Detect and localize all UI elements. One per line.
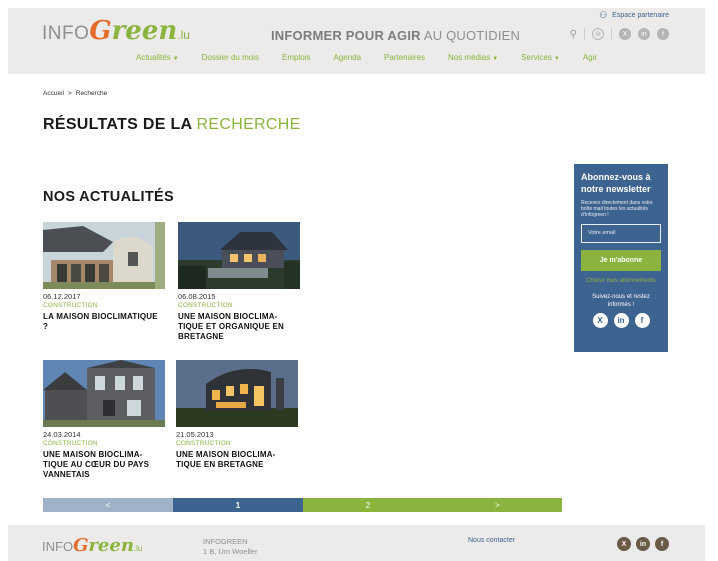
logo-green-text: Green xyxy=(89,18,177,44)
article-card[interactable]: 24.03.2014 CONSTRUCTION UNE MAISON BIOCL… xyxy=(43,360,165,480)
nav-item-services[interactable]: Services ▼ xyxy=(521,53,560,62)
choose-subscriptions-link[interactable]: Choisir mes abonnements xyxy=(581,278,661,284)
breadcrumb-current: Recherche xyxy=(75,90,108,97)
logo-reen-text: reen xyxy=(88,535,134,556)
tagline-bold: INFORMER POUR AGIR xyxy=(271,28,421,43)
nav-item-partenaires[interactable]: Partenaires xyxy=(384,53,425,62)
article-image[interactable] xyxy=(178,222,300,289)
rss-icon[interactable]: ⊛ xyxy=(592,28,604,40)
email-field[interactable]: Votre email xyxy=(581,224,661,243)
logo-lu-text: .lu xyxy=(177,28,190,42)
newsletter-box: Abonnez-vous à notre newsletter Recevez … xyxy=(574,164,668,352)
newsletter-description: Recevez directement dans votre boîte mai… xyxy=(581,200,653,218)
x-icon[interactable]: X xyxy=(619,28,631,40)
facebook-icon[interactable]: f xyxy=(655,537,669,551)
main-nav: Actualités ▼ Dossier du mois Emplois Agen… xyxy=(136,53,597,62)
article-image[interactable] xyxy=(176,360,298,427)
header-icons: ⚲ ⊛ X in f xyxy=(570,28,669,40)
tagline-rest: AU QUOTIDIEN xyxy=(420,28,521,43)
nav-item-agenda[interactable]: Agenda xyxy=(333,53,361,62)
footer-logo[interactable]: INFO Green .lu xyxy=(42,537,142,555)
section-title: NOS ACTUALITÉS xyxy=(43,189,174,205)
page-title-accent: RECHERCHE xyxy=(196,116,301,133)
x-icon[interactable]: X xyxy=(617,537,631,551)
nav-item-label: Actualités xyxy=(136,53,171,62)
article-date: 06.12.2017 xyxy=(43,292,81,301)
prev-page-button[interactable]: < xyxy=(43,498,173,512)
logo-g-letter: G xyxy=(73,535,89,556)
article-title[interactable]: LA MAISON BIOCLIMATIQUE ? xyxy=(43,312,165,332)
footer-social: X in f xyxy=(617,537,669,551)
pagination: < 1 2 > xyxy=(43,498,562,512)
linkedin-icon[interactable]: in xyxy=(638,28,650,40)
breadcrumb-home[interactable]: Accueil xyxy=(43,90,64,97)
linkedin-icon[interactable]: in xyxy=(613,313,629,328)
facebook-icon[interactable]: f xyxy=(634,313,650,328)
nav-item-medias[interactable]: Nos médias ▼ xyxy=(448,53,498,62)
footer-address: INFOGREEN 1 B, Um Woeller xyxy=(203,537,257,557)
article-image[interactable] xyxy=(43,360,165,427)
breadcrumb: Accueil > Recherche xyxy=(43,90,107,97)
article-card[interactable]: 21.05.2013 CONSTRUCTION UNE MAISON BIOCL… xyxy=(176,360,298,470)
article-date: 06.08.2015 xyxy=(178,292,216,301)
divider xyxy=(584,28,585,40)
site-footer: INFO Green .lu INFOGREEN 1 B, Um Woeller… xyxy=(8,525,705,561)
article-category[interactable]: CONSTRUCTION xyxy=(43,302,165,309)
article-date: 21.05.2013 xyxy=(176,430,214,439)
logo-lu-text: .lu xyxy=(133,544,143,553)
partner-space-link[interactable]: ⚇ Espace partenaire xyxy=(599,10,669,21)
logo-g-letter: G xyxy=(89,16,112,46)
page-title-main: RÉSULTATS DE LA xyxy=(43,116,197,133)
breadcrumb-separator: > xyxy=(67,90,72,97)
article-date: 24.03.2014 xyxy=(43,430,81,439)
logo-green-text: Green xyxy=(73,537,134,555)
chevron-down-icon: ▼ xyxy=(553,56,560,62)
x-icon[interactable]: X xyxy=(592,313,608,328)
newsletter-social: X in f xyxy=(581,313,661,328)
page-2-button[interactable]: 2 xyxy=(303,498,433,512)
article-title[interactable]: UNE MAISON BIOCLIMA-TIQUE AU CŒUR DU PAY… xyxy=(43,450,165,480)
newsletter-heading: Abonnez-vous à notre newsletter xyxy=(581,172,651,194)
site-tagline: INFORMER POUR AGIR AU QUOTIDIEN xyxy=(271,28,520,43)
subscribe-button[interactable]: Je m'abonne xyxy=(581,250,661,271)
follow-us-text: Suivez-nous et restez informés ! xyxy=(592,294,650,308)
nav-item-emplois[interactable]: Emplois xyxy=(282,53,310,62)
nav-item-actualites[interactable]: Actualités ▼ xyxy=(136,53,179,62)
footer-street: 1 B, Um Woeller xyxy=(203,547,258,556)
article-category[interactable]: CONSTRUCTION xyxy=(178,302,300,309)
article-category[interactable]: CONSTRUCTION xyxy=(43,440,165,447)
chevron-down-icon: ▼ xyxy=(492,56,499,62)
nav-item-label: Nos médias xyxy=(447,53,491,62)
article-category[interactable]: CONSTRUCTION xyxy=(176,440,298,447)
facebook-icon[interactable]: f xyxy=(657,28,669,40)
page-title: RÉSULTATS DE LA RECHERCHE xyxy=(43,116,301,134)
article-title[interactable]: UNE MAISON BIOCLIMA-TIQUE ET ORGANIQUE E… xyxy=(178,312,300,342)
logo-reen-text: reen xyxy=(111,16,178,46)
article-image[interactable] xyxy=(43,222,165,289)
partner-label: Espace partenaire xyxy=(612,12,669,19)
search-icon[interactable]: ⚲ xyxy=(570,29,577,40)
page-1-button[interactable]: 1 xyxy=(173,498,303,512)
divider xyxy=(611,28,612,40)
article-card[interactable]: 06.12.2017 CONSTRUCTION LA MAISON BIOCLI… xyxy=(43,222,165,332)
footer-company: INFOGREEN xyxy=(203,537,248,546)
linkedin-icon[interactable]: in xyxy=(636,537,650,551)
site-logo[interactable]: INFO Green .lu xyxy=(42,18,190,45)
chevron-down-icon: ▼ xyxy=(172,56,179,62)
logo-info-text: INFO xyxy=(42,539,74,554)
user-group-icon: ⚇ xyxy=(599,10,608,20)
nav-item-dossier[interactable]: Dossier du mois xyxy=(202,53,259,62)
contact-link[interactable]: Nous contacter xyxy=(468,537,515,544)
site-header: ⚇ Espace partenaire INFO Green .lu INFOR… xyxy=(8,8,705,74)
article-card[interactable]: 06.08.2015 CONSTRUCTION UNE MAISON BIOCL… xyxy=(178,222,300,342)
next-page-button[interactable]: > xyxy=(433,498,562,512)
article-title[interactable]: UNE MAISON BIOCLIMA-TIQUE EN BRETAGNE xyxy=(176,450,298,470)
logo-info-text: INFO xyxy=(42,23,90,44)
nav-item-label: Services xyxy=(521,53,552,62)
nav-item-agir[interactable]: Agir xyxy=(583,53,597,62)
